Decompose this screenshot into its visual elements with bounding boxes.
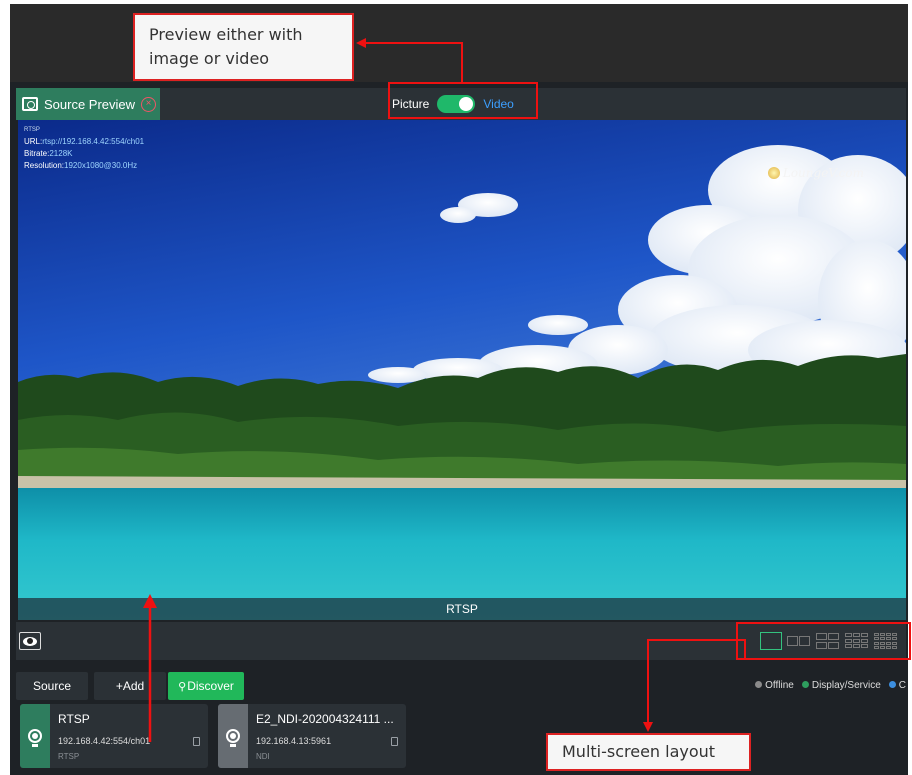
source-toolbar: Source +Add ⚲ Discover Offline Display/S… xyxy=(16,672,906,702)
url-value: rtsp://192.168.4.42:554/ch01 xyxy=(42,137,145,146)
resolution-value: 1920x1080@30.0Hz xyxy=(64,161,138,170)
preview-callout: Preview either with image or video xyxy=(133,13,354,81)
legend-display-service-label: Display/Service xyxy=(811,680,881,691)
device-name: RTSP xyxy=(58,712,90,726)
preview-icon xyxy=(22,97,38,111)
url-label: URL: xyxy=(24,137,43,146)
device-address: 192.168.4.13:5961 xyxy=(256,736,332,746)
camera-icon xyxy=(226,729,240,747)
camera-icon xyxy=(28,729,42,747)
source-preview-window: RTSP URL:rtsp://192.168.4.42:554/ch01 Bi… xyxy=(18,120,906,620)
bitrate-label: Bitrate: xyxy=(24,149,50,158)
device-icon-column xyxy=(218,704,248,768)
device-protocol: NDI xyxy=(256,752,270,761)
legend-other: C xyxy=(888,680,906,691)
tab-source-preview[interactable]: Source Preview × xyxy=(16,88,160,120)
preview-callout-line2: image or video xyxy=(149,49,270,68)
legend-other-label: C xyxy=(898,680,906,691)
stream-info-overlay: RTSP URL:rtsp://192.168.4.42:554/ch01 Bi… xyxy=(24,124,144,172)
layout-callout: Multi-screen layout xyxy=(546,733,751,771)
tab-label: Source Preview xyxy=(44,96,136,112)
discover-button[interactable]: ⚲ Discover xyxy=(168,672,244,700)
watermark-text: LoungeV.com xyxy=(782,166,864,180)
watermark: LoungeV.com xyxy=(767,166,864,180)
display-service-dot xyxy=(801,681,809,688)
preview-callout-line1: Preview either with xyxy=(149,25,303,44)
resolution-label: Resolution: xyxy=(24,161,65,170)
search-icon: ⚲ xyxy=(178,680,187,693)
preview-source-label: RTSP xyxy=(18,598,906,620)
legend-offline-label: Offline xyxy=(765,680,794,691)
device-name: E2_NDI-202004324111 ... xyxy=(256,712,394,726)
offline-dot xyxy=(755,681,763,688)
device-protocol: RTSP xyxy=(58,752,80,761)
device-icon-column xyxy=(20,704,50,768)
device-card[interactable]: E2_NDI-202004324111 ... 192.168.4.13:596… xyxy=(218,704,406,768)
preview-scene-image xyxy=(18,120,906,620)
eye-button[interactable] xyxy=(19,632,41,650)
device-address: 192.168.4.42:554/ch01 xyxy=(58,736,151,746)
eye-icon xyxy=(23,636,37,646)
device-card[interactable]: RTSP 192.168.4.42:554/ch01 RTSP xyxy=(20,704,208,768)
document-icon[interactable] xyxy=(391,737,398,746)
status-legend: Offline Display/Service C xyxy=(755,680,906,691)
legend-offline: Offline xyxy=(755,680,794,691)
sun-icon xyxy=(767,167,780,179)
highlight-toggle-box xyxy=(388,82,538,119)
legend-display-service: Display/Service xyxy=(801,680,881,691)
stream-tag: RTSP xyxy=(24,127,40,133)
close-icon[interactable]: × xyxy=(141,96,157,112)
highlight-layout-box xyxy=(736,622,911,660)
add-button[interactable]: +Add xyxy=(94,672,166,700)
discover-label: Discover xyxy=(187,679,234,693)
document-icon[interactable] xyxy=(193,737,200,746)
other-dot xyxy=(888,681,896,688)
bitrate-value: 2128K xyxy=(49,149,73,158)
source-button[interactable]: Source xyxy=(16,672,88,700)
